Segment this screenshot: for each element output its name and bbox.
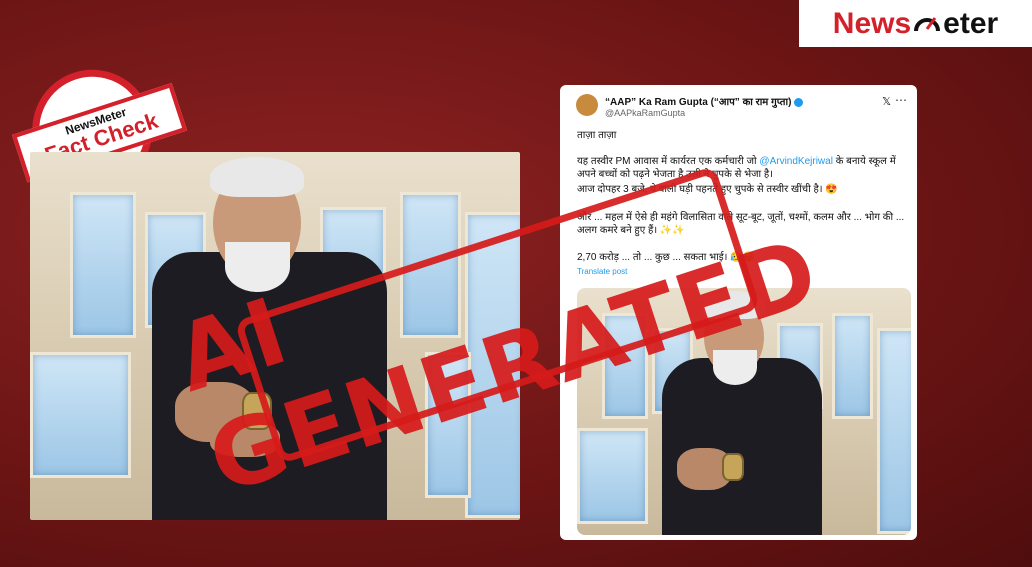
person-hair: [210, 157, 304, 197]
person-body: [662, 358, 822, 535]
author-handle[interactable]: @AAPkaRamGupta: [605, 108, 685, 118]
author-name-text: “AAP” Ka Ram Gupta (“आप” का राम गुप्ता): [605, 97, 792, 108]
wristwatch: [722, 453, 744, 481]
more-icon[interactable]: ⋯: [895, 93, 907, 107]
verified-badge-icon: [794, 97, 804, 107]
gauge-icon: [914, 16, 941, 31]
display-shelf: [832, 313, 873, 419]
avatar[interactable]: [576, 94, 598, 116]
display-shelf: [877, 328, 911, 534]
display-shelf: [577, 428, 648, 524]
x-logo-icon: 𝕏: [882, 96, 891, 108]
author-name[interactable]: “AAP” Ka Ram Gupta (“आप” का राम गुप्ता): [605, 94, 804, 108]
display-shelf: [70, 192, 136, 338]
logo-meter: eter: [943, 6, 999, 40]
logo-news: News: [832, 6, 912, 40]
newsmeter-logo: News eter: [799, 0, 1032, 47]
display-shelf: [30, 352, 131, 478]
